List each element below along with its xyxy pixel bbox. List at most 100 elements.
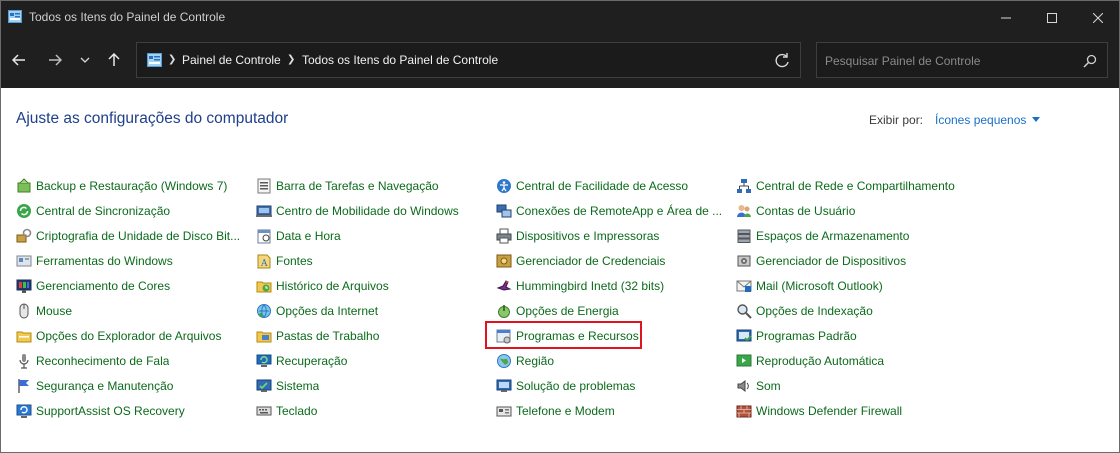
refresh-icon[interactable] — [772, 51, 792, 71]
control-panel-item[interactable]: Opções de Energia — [496, 300, 728, 322]
control-panel-item-label: Mail (Microsoft Outlook) — [756, 279, 883, 293]
bitlocker-icon — [16, 228, 32, 243]
control-panel-item[interactable]: Pastas de Trabalho — [256, 325, 488, 347]
search-box[interactable]: Pesquisar Painel de Controle — [816, 42, 1108, 78]
view-by-dropdown[interactable]: Ícones pequenos — [935, 113, 1041, 127]
control-panel-item[interactable]: Criptografia de Unidade de Disco Bit... — [16, 225, 248, 247]
control-panel-item-label: Opções da Internet — [276, 304, 379, 318]
control-panel-item-label: Central de Facilidade de Acesso — [516, 179, 689, 193]
control-panel-item[interactable]: Windows Defender Firewall — [736, 400, 968, 422]
control-panel-icon — [8, 10, 22, 23]
mail-icon — [736, 280, 752, 292]
control-panel-item[interactable]: Reconhecimento de Fala — [16, 350, 248, 372]
control-panel-item[interactable]: Central de Sincronização — [16, 200, 248, 222]
caret-down-icon — [1032, 117, 1041, 123]
control-panel-item[interactable]: Programas e Recursos — [496, 325, 728, 347]
control-panel-item-label: Solução de problemas — [516, 379, 636, 393]
control-panel-item-label: Barra de Tarefas e Navegação — [276, 179, 439, 193]
microphone-icon — [19, 354, 29, 369]
control-panel-item[interactable]: Som — [736, 375, 968, 397]
control-panel-icon — [147, 53, 162, 67]
control-panel-item[interactable]: Sistema — [256, 375, 488, 397]
network-icon — [737, 179, 751, 193]
control-panel-item[interactable]: Ferramentas do Windows — [16, 250, 248, 272]
programs-icon — [496, 329, 511, 344]
control-panel-item-label: SupportAssist OS Recovery — [36, 404, 185, 418]
recovery-pc-icon — [256, 354, 272, 367]
control-panel-item[interactable]: Gerenciador de Credenciais — [496, 250, 728, 272]
control-panel-item[interactable]: Backup e Restauração (Windows 7) — [16, 175, 248, 197]
autoplay-icon — [736, 354, 752, 367]
recent-locations-button[interactable] — [73, 48, 97, 72]
view-by-value: Ícones pequenos — [935, 113, 1027, 127]
mobility-icon — [256, 205, 272, 217]
control-panel-item-label: Fontes — [276, 254, 313, 268]
phone-icon — [496, 406, 512, 417]
breadcrumb-control-panel[interactable]: Painel de Controle — [182, 53, 281, 67]
control-panel-item[interactable]: Teclado — [256, 400, 488, 422]
control-panel-item[interactable]: Barra de Tarefas e Navegação — [256, 175, 488, 197]
control-panel-item[interactable]: Centro de Mobilidade do Windows — [256, 200, 488, 222]
control-panel-item[interactable]: Segurança e Manutenção — [16, 375, 248, 397]
control-panel-item[interactable]: Opções de Indexação — [736, 300, 968, 322]
control-panel-item-label: Ferramentas do Windows — [36, 254, 173, 268]
page-title: Ajuste as configurações do computador — [16, 110, 289, 127]
control-panel-item[interactable]: Histórico de Arquivos — [256, 275, 488, 297]
fonts-icon: A — [257, 254, 271, 269]
search-icon[interactable] — [1082, 53, 1098, 69]
control-panel-item[interactable]: Opções da Internet — [256, 300, 488, 322]
control-panel-item-label: Programas Padrão — [756, 329, 857, 343]
control-panel-item-label: Mouse — [36, 304, 73, 318]
control-panel-item-label: Segurança e Manutenção — [36, 379, 174, 393]
control-panel-item[interactable]: A Fontes — [256, 250, 488, 272]
control-panel-item-label: Contas de Usuário — [756, 204, 856, 218]
control-panel-item[interactable]: Contas de Usuário — [736, 200, 968, 222]
close-button[interactable] — [1075, 1, 1120, 34]
control-panel-item-label: Conexões de RemoteApp e Área de ... — [516, 204, 723, 218]
control-panel-item[interactable]: Recuperação — [256, 350, 488, 372]
file-history-icon — [256, 281, 272, 293]
tools-icon — [16, 255, 32, 267]
control-panel-item[interactable]: Telefone e Modem — [496, 400, 728, 422]
control-panel-item[interactable]: Mouse — [16, 300, 248, 322]
control-panel-item[interactable]: Data e Hora — [256, 225, 488, 247]
up-button[interactable] — [102, 48, 126, 72]
control-panel-item-label: Gerenciador de Credenciais — [516, 254, 666, 268]
forward-button[interactable] — [43, 48, 67, 72]
control-panel-item[interactable]: Hummingbird Inetd (32 bits) — [496, 275, 728, 297]
storage-icon — [737, 229, 751, 243]
minimize-button[interactable] — [983, 1, 1029, 34]
svg-text:A: A — [260, 259, 268, 269]
breadcrumb-separator: ❯ — [168, 54, 177, 65]
control-panel-item-label: Pastas de Trabalho — [276, 329, 380, 343]
control-panel-item[interactable]: Mail (Microsoft Outlook) — [736, 275, 968, 297]
control-panel-item-label: Opções de Energia — [516, 304, 619, 318]
control-panel-item[interactable]: Gerenciador de Dispositivos — [736, 250, 968, 272]
breadcrumb-all-items[interactable]: Todos os Itens do Painel de Controle — [302, 53, 498, 67]
control-panel-item[interactable]: SupportAssist OS Recovery — [16, 400, 248, 422]
control-panel-item[interactable]: Central de Rede e Compartilhamento — [736, 175, 968, 197]
control-panel-item-label: Gerenciador de Dispositivos — [756, 254, 907, 268]
system-icon — [256, 379, 272, 392]
navigation-bar: ❯ Painel de Controle ❯ Todos os Itens do… — [1, 34, 1119, 88]
address-bar[interactable]: ❯ Painel de Controle ❯ Todos os Itens do… — [136, 42, 801, 78]
control-panel-item-label: Windows Defender Firewall — [756, 404, 903, 418]
control-panel-item[interactable]: Gerenciamento de Cores — [16, 275, 248, 297]
control-panel-item[interactable]: Programas Padrão — [736, 325, 968, 347]
maximize-button[interactable] — [1029, 1, 1075, 34]
search-input[interactable]: Pesquisar Painel de Controle — [825, 54, 980, 68]
control-panel-item[interactable]: Dispositivos e Impressoras — [496, 225, 728, 247]
control-panel-item[interactable]: Conexões de RemoteApp e Área de ... — [496, 200, 728, 222]
control-panel-item[interactable]: Espaços de Armazenamento — [736, 225, 968, 247]
view-by-label: Exibir por: — [869, 113, 924, 127]
control-panel-item[interactable]: Reprodução Automática — [736, 350, 968, 372]
keyboard-icon — [256, 406, 272, 416]
control-panel-item[interactable]: Solução de problemas — [496, 375, 728, 397]
back-button[interactable] — [7, 48, 31, 72]
troubleshoot-icon — [496, 379, 512, 392]
control-panel-item-label: Hummingbird Inetd (32 bits) — [516, 279, 665, 293]
control-panel-item[interactable]: Central de Facilidade de Acesso — [496, 175, 728, 197]
backup-icon — [17, 178, 31, 193]
control-panel-item[interactable]: Região — [496, 350, 728, 372]
control-panel-item[interactable]: Opções do Explorador de Arquivos — [16, 325, 248, 347]
